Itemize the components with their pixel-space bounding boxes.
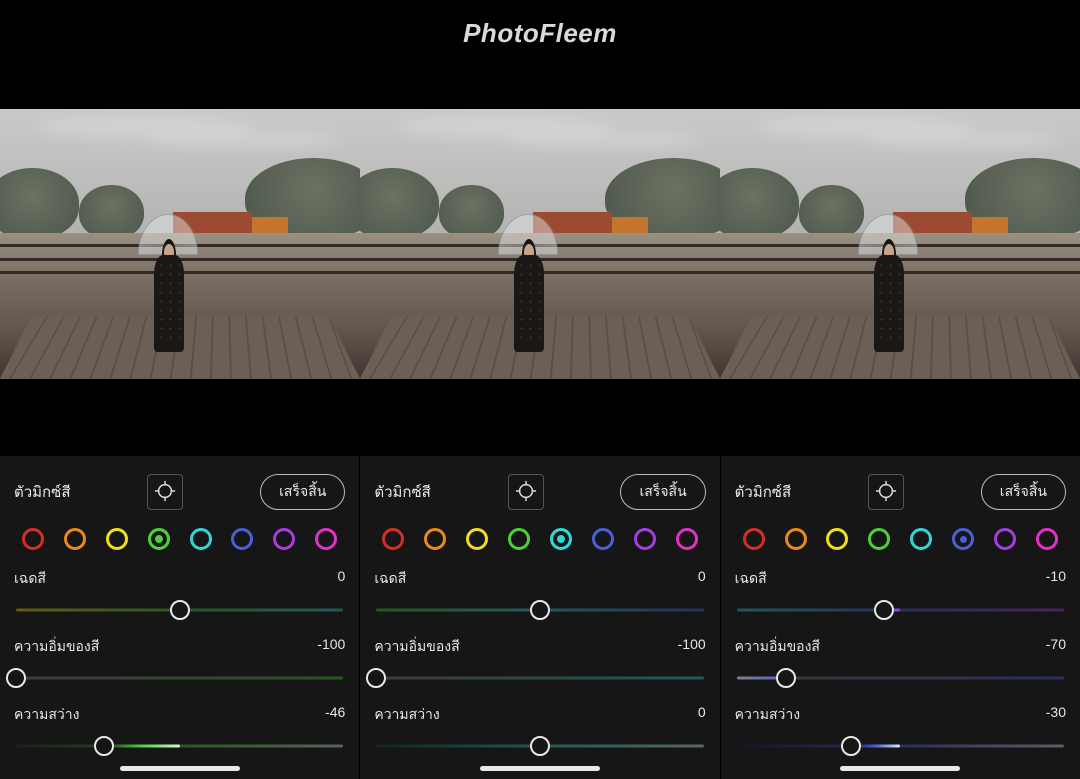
color-swatch-magenta[interactable] <box>315 528 337 550</box>
slider-saturation-label: ความอิ่มของสี <box>735 636 820 658</box>
color-swatch-aqua[interactable] <box>190 528 212 550</box>
color-swatch-green[interactable] <box>148 528 170 550</box>
slider-luminance-track[interactable] <box>16 736 343 756</box>
home-indicator[interactable] <box>120 766 240 771</box>
done-button[interactable]: เสร็จสิ้น <box>620 474 705 510</box>
target-adjust-button[interactable] <box>508 474 544 510</box>
target-icon <box>515 480 537 505</box>
slider-saturation-value: -70 <box>1046 636 1066 658</box>
photo-preview-3 <box>720 109 1080 379</box>
slider-luminance-label: ความสว่าง <box>374 704 439 726</box>
slider-luminance-thumb[interactable] <box>841 736 861 756</box>
target-adjust-button[interactable] <box>147 474 183 510</box>
slider-saturation: ความอิ่มของสี -70 <box>735 636 1066 688</box>
color-swatch-green[interactable] <box>868 528 890 550</box>
color-swatch-red[interactable] <box>743 528 765 550</box>
target-adjust-button[interactable] <box>868 474 904 510</box>
slider-saturation: ความอิ่มของสี -100 <box>14 636 345 688</box>
slider-hue: เฉดสี 0 <box>14 568 345 620</box>
slider-luminance: ความสว่าง -46 <box>14 704 345 756</box>
slider-hue-value: 0 <box>338 568 346 590</box>
done-button[interactable]: เสร็จสิ้น <box>260 474 345 510</box>
slider-luminance-value: -46 <box>325 704 345 726</box>
color-swatch-blue[interactable] <box>592 528 614 550</box>
color-swatch-blue[interactable] <box>231 528 253 550</box>
color-swatch-aqua[interactable] <box>550 528 572 550</box>
color-swatch-purple[interactable] <box>634 528 656 550</box>
slider-luminance-thumb[interactable] <box>94 736 114 756</box>
color-swatch-orange[interactable] <box>64 528 86 550</box>
color-mix-panel-2: ตัวมิกซ์สี เสร็จสิ้น เฉดสี 0 ความอิ่มของ… <box>359 456 719 779</box>
color-swatch-red[interactable] <box>382 528 404 550</box>
slider-saturation-label: ความอิ่มของสี <box>374 636 459 658</box>
slider-saturation-thumb[interactable] <box>6 668 26 688</box>
color-swatch-yellow[interactable] <box>466 528 488 550</box>
color-swatch-row <box>374 514 705 554</box>
slider-luminance-track[interactable] <box>737 736 1064 756</box>
home-indicator[interactable] <box>480 766 600 771</box>
slider-hue: เฉดสี 0 <box>374 568 705 620</box>
slider-hue-thumb[interactable] <box>170 600 190 620</box>
color-swatch-red[interactable] <box>22 528 44 550</box>
slider-saturation-track[interactable] <box>16 668 343 688</box>
slider-luminance-value: 0 <box>698 704 706 726</box>
panel-title: ตัวมิกซ์สี <box>14 480 70 504</box>
slider-hue-track[interactable] <box>376 600 703 620</box>
slider-saturation-track[interactable] <box>376 668 703 688</box>
color-swatch-magenta[interactable] <box>676 528 698 550</box>
slider-saturation: ความอิ่มของสี -100 <box>374 636 705 688</box>
panel-title: ตัวมิกซ์สี <box>735 480 791 504</box>
color-swatch-orange[interactable] <box>424 528 446 550</box>
target-icon <box>875 480 897 505</box>
slider-saturation-value: -100 <box>678 636 706 658</box>
color-swatch-orange[interactable] <box>785 528 807 550</box>
slider-saturation-value: -100 <box>317 636 345 658</box>
slider-hue-value: 0 <box>698 568 706 590</box>
color-mix-panel-3: ตัวมิกซ์สี เสร็จสิ้น เฉดสี -10 ความอิ่มข… <box>720 456 1080 779</box>
photo-preview-1 <box>0 109 360 379</box>
slider-hue-label: เฉดสี <box>14 568 46 590</box>
home-indicator[interactable] <box>840 766 960 771</box>
color-mix-panels: ตัวมิกซ์สี เสร็จสิ้น เฉดสี 0 ความอิ่มของ… <box>0 456 1080 779</box>
color-swatch-purple[interactable] <box>994 528 1016 550</box>
slider-saturation-label: ความอิ่มของสี <box>14 636 99 658</box>
slider-hue: เฉดสี -10 <box>735 568 1066 620</box>
color-swatch-row <box>14 514 345 554</box>
slider-saturation-track[interactable] <box>737 668 1064 688</box>
photo-preview-strip <box>0 109 1080 379</box>
slider-luminance: ความสว่าง 0 <box>374 704 705 756</box>
slider-hue-thumb[interactable] <box>530 600 550 620</box>
app-title: PhotoFleem <box>0 0 1080 49</box>
slider-hue-thumb[interactable] <box>874 600 894 620</box>
color-swatch-yellow[interactable] <box>826 528 848 550</box>
slider-luminance: ความสว่าง -30 <box>735 704 1066 756</box>
color-swatch-green[interactable] <box>508 528 530 550</box>
color-swatch-purple[interactable] <box>273 528 295 550</box>
color-swatch-row <box>735 514 1066 554</box>
color-swatch-blue[interactable] <box>952 528 974 550</box>
color-swatch-yellow[interactable] <box>106 528 128 550</box>
panel-title: ตัวมิกซ์สี <box>374 480 430 504</box>
slider-luminance-label: ความสว่าง <box>735 704 800 726</box>
color-swatch-aqua[interactable] <box>910 528 932 550</box>
slider-hue-label: เฉดสี <box>374 568 406 590</box>
slider-hue-value: -10 <box>1046 568 1066 590</box>
slider-hue-track[interactable] <box>737 600 1064 620</box>
color-swatch-magenta[interactable] <box>1036 528 1058 550</box>
slider-hue-track[interactable] <box>16 600 343 620</box>
photo-preview-2 <box>360 109 720 379</box>
target-icon <box>154 480 176 505</box>
done-button[interactable]: เสร็จสิ้น <box>981 474 1066 510</box>
color-mix-panel-1: ตัวมิกซ์สี เสร็จสิ้น เฉดสี 0 ความอิ่มของ… <box>0 456 359 779</box>
slider-luminance-track[interactable] <box>376 736 703 756</box>
slider-hue-label: เฉดสี <box>735 568 767 590</box>
slider-luminance-thumb[interactable] <box>530 736 550 756</box>
slider-luminance-label: ความสว่าง <box>14 704 79 726</box>
slider-saturation-thumb[interactable] <box>776 668 796 688</box>
slider-saturation-thumb[interactable] <box>366 668 386 688</box>
slider-luminance-value: -30 <box>1046 704 1066 726</box>
